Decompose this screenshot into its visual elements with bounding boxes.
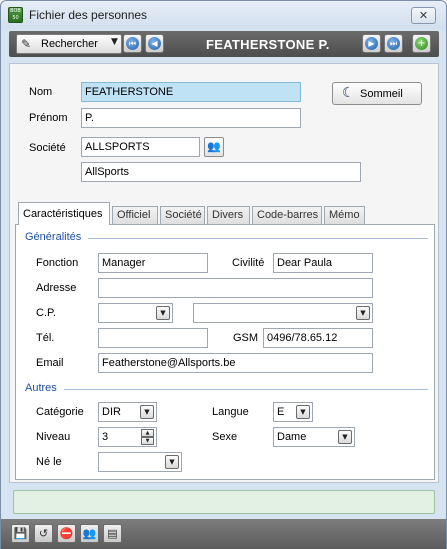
sleep-button[interactable]: ☾ Sommeil <box>332 82 422 105</box>
categorie-select[interactable]: DIR ▼ <box>98 402 157 422</box>
previous-record-icon: ◀ <box>148 37 161 50</box>
close-button[interactable]: ✕ <box>411 7 436 24</box>
sleep-button-label: Sommeil <box>360 88 403 100</box>
tab-memo[interactable]: Mémo <box>324 206 365 224</box>
last-record-icon: ⏭ <box>387 37 400 50</box>
email-field[interactable]: Featherstone@Allsports.be <box>98 353 373 373</box>
chevron-down-icon: ▼ <box>111 37 118 47</box>
record-title: FEATHERSTONE P. <box>206 37 330 52</box>
save-button[interactable]: 💾 <box>11 524 30 543</box>
niveau-spin[interactable]: ▲ ▼ <box>141 429 154 445</box>
tab-officiel[interactable]: Officiel <box>112 206 158 224</box>
chevron-down-icon[interactable]: ▼ <box>156 306 170 320</box>
nom-label: Nom <box>29 86 53 98</box>
sexe-select[interactable]: Dame ▼ <box>273 427 355 447</box>
civilite-field[interactable]: Dear Paula <box>273 253 373 273</box>
fonction-label: Fonction <box>36 257 79 269</box>
add-record-icon: + <box>415 37 428 50</box>
categorie-select-value: DIR <box>102 406 121 418</box>
add-record-button[interactable]: + <box>412 34 431 53</box>
tab-societe[interactable]: Société <box>160 206 205 224</box>
others-section-divider <box>64 389 428 390</box>
others-section-title: Autres <box>25 382 57 394</box>
civilite-label: Civilité <box>232 257 265 269</box>
first-record-button[interactable]: ⏮ <box>123 34 142 53</box>
societe-name-field: AllSports <box>81 162 361 182</box>
chevron-down-icon[interactable]: ▼ <box>140 405 154 419</box>
last-record-button[interactable]: ⏭ <box>384 34 403 53</box>
tab-caracteristiques[interactable]: Caractéristiques <box>18 202 110 225</box>
langue-select[interactable]: E ▼ <box>273 402 313 422</box>
people-icon: 👥 <box>207 140 221 153</box>
cancel-button[interactable]: ↺ <box>34 524 53 543</box>
ne-le-label: Né le <box>36 456 62 468</box>
langue-select-value: E <box>277 406 285 418</box>
app-icon: BOB 50 <box>8 7 23 23</box>
sexe-label: Sexe <box>212 431 238 443</box>
chevron-down-icon[interactable]: ▼ <box>338 430 352 444</box>
next-record-button[interactable]: ▶ <box>362 34 381 53</box>
nom-field[interactable]: FEATHERSTONE <box>81 82 301 102</box>
record-panel: Nom FEATHERSTONE Prénom P. ☾ Sommeil Soc… <box>9 63 439 483</box>
tel-field[interactable] <box>98 328 208 348</box>
person-file-window: BOB 50 Fichier des personnes ✕ ✎ Recherc… <box>0 0 447 549</box>
print-button[interactable]: ▤ <box>103 524 122 543</box>
toolbar: ✎ Rechercher ▼ ⏮ ◀ FEATHERSTONE P. ▶ ⏭ + <box>9 31 439 57</box>
gsm-field[interactable]: 0496/78.65.12 <box>263 328 373 348</box>
search-button[interactable]: ✎ Rechercher ▼ <box>16 34 122 54</box>
cp-label: C.P. <box>36 307 56 319</box>
delete-icon: ⛔ <box>59 527 74 540</box>
tab-divers[interactable]: Divers <box>207 206 250 224</box>
general-section-divider <box>88 238 428 239</box>
langue-label: Langue <box>212 406 249 418</box>
people-icon: 👥 <box>82 527 97 540</box>
cancel-icon: ↺ <box>38 527 49 540</box>
edit-search-icon: ✎ <box>21 37 32 51</box>
save-icon: 💾 <box>13 527 28 540</box>
title-bar: BOB 50 Fichier des personnes ✕ <box>1 1 446 29</box>
gsm-label: GSM <box>233 332 259 344</box>
societe-label: Société <box>29 142 66 154</box>
sexe-select-value: Dame <box>277 431 307 443</box>
tab-code-barres[interactable]: Code-barres <box>252 206 322 224</box>
delete-button[interactable]: ⛔ <box>57 524 76 543</box>
ne-le-date-field[interactable]: ▼ <box>98 452 182 472</box>
adresse-label: Adresse <box>36 282 77 294</box>
fonction-field[interactable]: Manager <box>98 253 208 273</box>
cp-select[interactable]: ▼ <box>98 303 173 323</box>
company-lookup-button[interactable]: 👥 <box>204 137 224 157</box>
previous-record-button[interactable]: ◀ <box>145 34 164 53</box>
prenom-label: Prénom <box>29 112 68 124</box>
spin-down-icon[interactable]: ▼ <box>141 437 154 445</box>
niveau-label: Niveau <box>36 431 71 443</box>
localite-select[interactable]: ▼ <box>193 303 373 323</box>
search-button-label: Rechercher <box>41 38 98 50</box>
app-icon-text: BOB 50 <box>10 8 21 21</box>
moon-icon: ☾ <box>342 85 355 101</box>
categorie-label: Catégorie <box>36 406 84 418</box>
spin-up-icon[interactable]: ▲ <box>141 429 154 437</box>
tab-page-caracteristiques: Généralités Fonction Manager Civilité De… <box>15 224 435 480</box>
status-bar <box>13 490 435 514</box>
bottom-toolbar: 💾 ↺ ⛔ 👥 ▤ <box>1 519 446 549</box>
adresse-field[interactable] <box>98 278 373 298</box>
general-section-title: Généralités <box>25 231 82 243</box>
societe-code-field[interactable]: ALLSPORTS <box>81 137 200 157</box>
first-record-icon: ⏮ <box>126 37 139 50</box>
prenom-field[interactable]: P. <box>81 108 301 128</box>
window-title: Fichier des personnes <box>29 8 148 22</box>
next-record-icon: ▶ <box>365 37 378 50</box>
tel-label: Tél. <box>36 332 55 344</box>
chevron-down-icon[interactable]: ▼ <box>165 455 179 469</box>
email-label: Email <box>36 357 64 369</box>
niveau-stepper[interactable]: 3 ▲ ▼ <box>98 427 157 447</box>
chevron-down-icon[interactable]: ▼ <box>356 306 370 320</box>
print-icon: ▤ <box>107 527 118 540</box>
chevron-down-icon[interactable]: ▼ <box>296 405 310 419</box>
contacts-button[interactable]: 👥 <box>80 524 99 543</box>
niveau-value: 3 <box>102 431 109 443</box>
